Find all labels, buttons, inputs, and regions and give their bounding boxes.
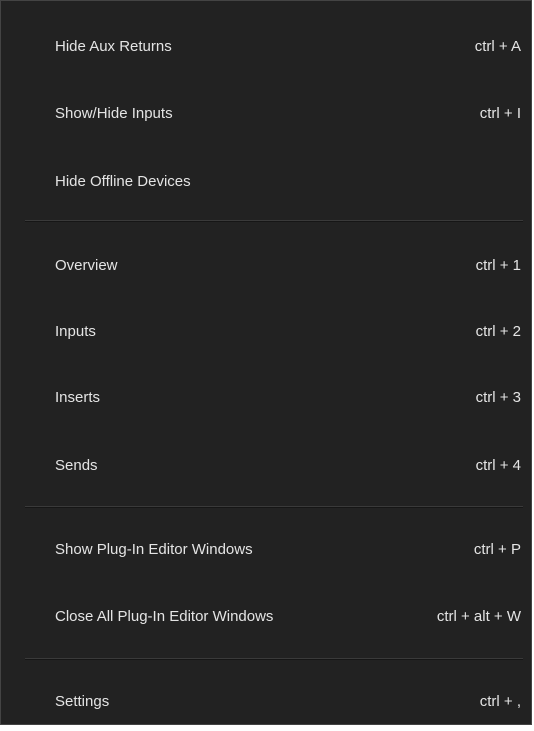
menu-item-shortcut: ctrl + A — [474, 37, 521, 55]
menu-separator — [25, 506, 523, 508]
menu-item-shortcut: ctrl + 3 — [475, 388, 521, 406]
menu-item-shortcut: ctrl + 4 — [475, 456, 521, 474]
menu-item-label: Show/Hide Inputs — [55, 104, 173, 122]
menu-separator — [25, 658, 523, 660]
menu-item-inserts[interactable]: Inserts ctrl + 3 — [1, 367, 531, 427]
menu-item-shortcut: ctrl + 2 — [475, 322, 521, 340]
menu-item-shortcut: ctrl + 1 — [475, 256, 521, 274]
menu-item-shortcut: ctrl + , — [479, 692, 521, 710]
menu-item-label: Sends — [55, 456, 98, 474]
menu-item-hide-aux-returns[interactable]: Hide Aux Returns ctrl + A — [1, 16, 531, 76]
menu-item-sends[interactable]: Sends ctrl + 4 — [1, 435, 531, 495]
menu-separator — [25, 220, 523, 222]
menu-item-settings[interactable]: Settings ctrl + , — [1, 671, 531, 731]
menu-item-label: Settings — [55, 692, 110, 710]
menu-item-overview[interactable]: Overview ctrl + 1 — [1, 235, 531, 295]
menu-item-label: Show Plug-In Editor Windows — [55, 540, 253, 558]
menu-item-show-plugin-editor-windows[interactable]: Show Plug-In Editor Windows ctrl + P — [1, 519, 531, 579]
menu-item-shortcut: ctrl + P — [473, 540, 521, 558]
menu-item-close-all-plugin-editor-windows[interactable]: Close All Plug-In Editor Windows ctrl + … — [1, 586, 531, 646]
context-menu: Hide Aux Returns ctrl + A Show/Hide Inpu… — [0, 0, 532, 725]
menu-item-label: Inserts — [55, 388, 101, 406]
menu-item-label: Close All Plug-In Editor Windows — [55, 607, 274, 625]
menu-item-shortcut: ctrl + I — [479, 104, 521, 122]
menu-item-label: Hide Offline Devices — [55, 172, 191, 190]
menu-item-show-hide-inputs[interactable]: Show/Hide Inputs ctrl + I — [1, 83, 531, 143]
menu-item-inputs[interactable]: Inputs ctrl + 2 — [1, 301, 531, 361]
menu-item-hide-offline-devices[interactable]: Hide Offline Devices — [1, 151, 531, 211]
menu-item-label: Overview — [55, 256, 118, 274]
menu-item-shortcut: ctrl + alt + W — [436, 607, 521, 625]
menu-item-label: Hide Aux Returns — [55, 37, 172, 55]
menu-item-label: Inputs — [55, 322, 96, 340]
